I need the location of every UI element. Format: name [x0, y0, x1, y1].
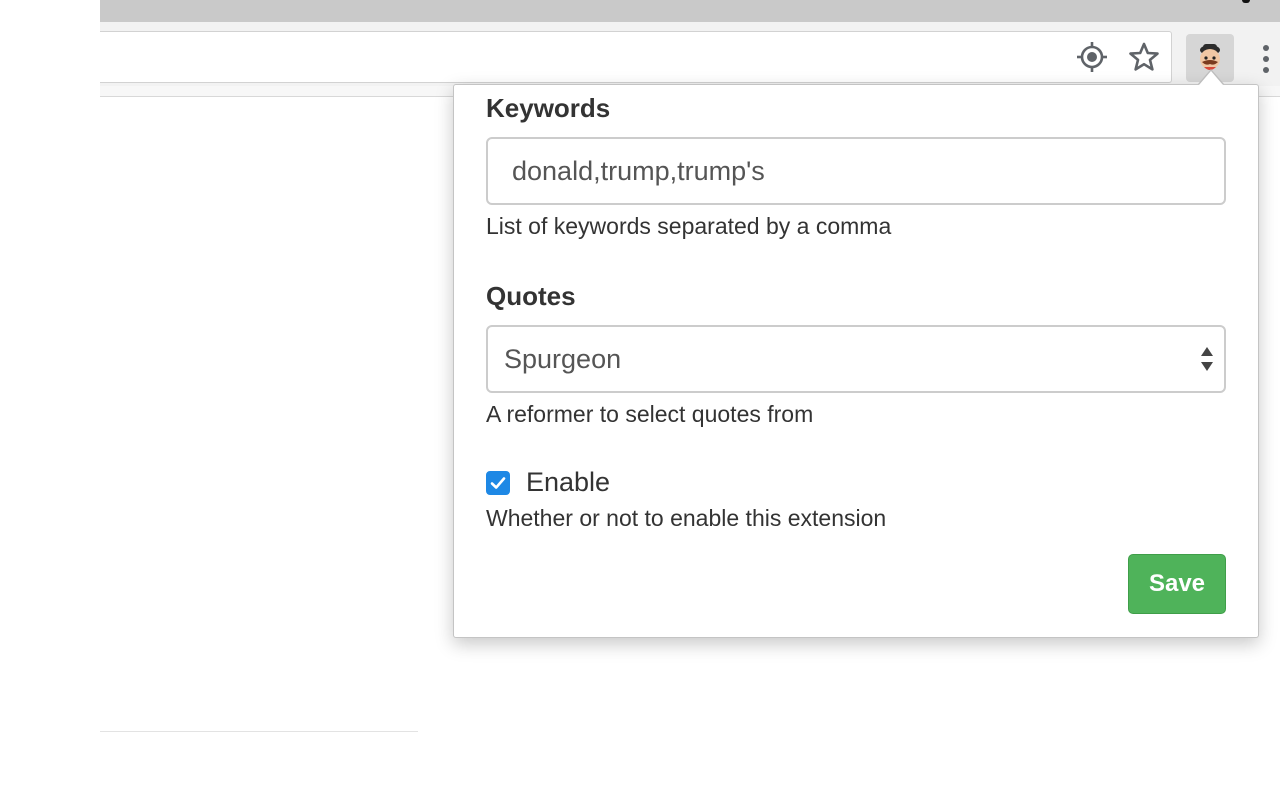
address-bar[interactable]	[100, 31, 1172, 83]
save-button[interactable]: Save	[1128, 554, 1226, 614]
browser-toolbar	[100, 22, 1280, 86]
quotes-select-value: Spurgeon	[504, 343, 622, 374]
location-target-icon[interactable]	[1074, 39, 1110, 75]
keywords-label: Keywords	[486, 93, 611, 123]
enable-help-text: Whether or not to enable this extension	[486, 505, 887, 531]
screen: Keywords List of keywords separated by a…	[0, 0, 1280, 800]
bookmark-star-icon[interactable]	[1126, 39, 1162, 75]
enable-checkbox[interactable]	[486, 471, 510, 495]
select-updown-arrows-icon	[1201, 347, 1213, 371]
browser-tab-strip	[100, 0, 1280, 23]
keywords-input[interactable]	[486, 137, 1226, 205]
checkmark-icon	[490, 477, 506, 489]
enable-label[interactable]: Enable	[526, 466, 610, 498]
window-control-fragment	[1242, 0, 1250, 3]
keywords-help-text: List of keywords separated by a comma	[486, 213, 892, 239]
extension-popup: Keywords List of keywords separated by a…	[453, 84, 1259, 638]
page-divider	[100, 731, 418, 732]
more-menu-icon[interactable]	[1258, 42, 1274, 76]
quotes-help-text: A reformer to select quotes from	[486, 401, 814, 427]
quotes-select[interactable]: Spurgeon	[486, 325, 1226, 393]
quotes-label: Quotes	[486, 281, 576, 311]
popup-arrow	[1199, 71, 1223, 85]
